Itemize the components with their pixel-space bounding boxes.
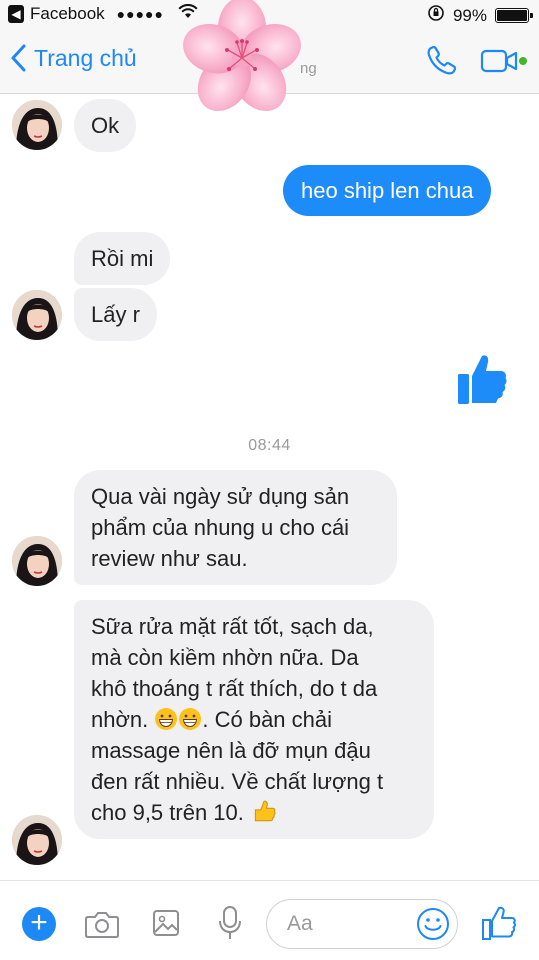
message-text: nhờn. [91, 707, 149, 732]
message-timestamp: 08:44 [248, 437, 291, 454]
message-bubble-outgoing[interactable]: heo ship len chua [283, 165, 492, 216]
message-line: Qua vài ngày sử dụng sản [91, 484, 350, 509]
camera-icon[interactable] [84, 909, 120, 939]
message-line: mà còn kiềm nhờn nữa. Da [91, 645, 359, 670]
back-app-label[interactable]: Facebook [30, 4, 105, 24]
message-composer: + Aa [0, 880, 539, 960]
message-list[interactable]: Ok heo ship len chua Rồi mi Lấy r 08:44 … [0, 95, 539, 880]
message-line: Sữa rửa mặt rất tốt, sạch da, [91, 614, 374, 639]
battery-percent: 99% [452, 5, 487, 25]
phone-call-icon[interactable] [424, 44, 458, 78]
back-button[interactable]: Trang chủ [10, 44, 137, 72]
avatar-photo [12, 100, 62, 150]
message-text: . Có bàn chải [202, 707, 333, 732]
chevron-left-icon [11, 44, 26, 72]
message-line: đen rất nhiều. Về chất lượng t [91, 769, 384, 794]
message-line: massage nên là đỡ mụn đậu [91, 738, 371, 763]
message-text: Ok [91, 113, 120, 138]
battery-icon [495, 8, 533, 23]
like-button-icon[interactable] [481, 905, 517, 941]
signal-strength-icon: ●●●●● [116, 6, 164, 22]
avatar-photo [12, 290, 62, 340]
contact-avatar[interactable] [12, 536, 62, 586]
orientation-lock-icon [427, 4, 445, 27]
thumbs-up-icon[interactable] [456, 352, 508, 406]
plus-icon[interactable]: + [22, 907, 56, 941]
thumbs-up-emoji-icon [254, 800, 276, 822]
status-left[interactable]: ◀ Facebook ●●●●● [8, 4, 198, 24]
contact-avatar[interactable] [12, 100, 62, 150]
online-status-dot [519, 57, 527, 65]
avatar-photo [12, 536, 62, 586]
message-line: khô thoáng t rất thích, do t da [91, 676, 378, 701]
grinning-face-icon [179, 708, 202, 730]
message-line: phẩm của nhung u cho cái [91, 515, 350, 540]
message-bubble-incoming[interactable]: Qua vài ngày sử dụng sản phẩm của nhung … [74, 470, 397, 585]
message-line: review như sau. [91, 546, 248, 571]
microphone-icon[interactable] [218, 905, 242, 941]
message-line: nhờn. . Có bàn chải [91, 704, 417, 735]
back-to-app-icon[interactable]: ◀ [8, 5, 24, 23]
battery-level [497, 10, 527, 21]
message-line: cho 9,5 trên 10. [91, 797, 417, 828]
message-bubble-incoming[interactable]: Rồi mi [74, 232, 171, 285]
message-bubble-incoming[interactable]: Sữa rửa mặt rất tốt, sạch da, mà còn kiề… [74, 600, 434, 839]
emoji-icon[interactable] [416, 907, 450, 941]
message-text: Rồi mi [91, 246, 154, 271]
contact-avatar[interactable] [12, 815, 62, 865]
gallery-icon[interactable] [152, 909, 180, 937]
message-bubble-incoming[interactable]: Ok [74, 99, 137, 152]
message-bubble-incoming[interactable]: Lấy r [74, 288, 157, 341]
message-input-placeholder: Aa [287, 912, 313, 935]
grinning-face-icon [155, 708, 178, 730]
avatar-photo [12, 815, 62, 865]
contact-avatar[interactable] [12, 290, 62, 340]
cherry-blossom-icon [183, 0, 301, 112]
message-text: Lấy r [91, 302, 140, 327]
video-call-icon[interactable] [480, 48, 520, 74]
back-label[interactable]: Trang chủ [34, 45, 137, 72]
message-text: cho 9,5 trên 10. [91, 800, 244, 825]
status-right: 99% [427, 4, 533, 27]
message-text: heo ship len chua [301, 178, 474, 203]
